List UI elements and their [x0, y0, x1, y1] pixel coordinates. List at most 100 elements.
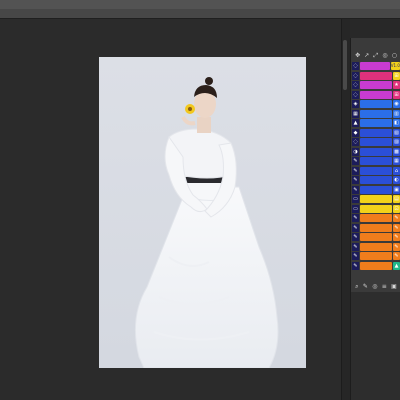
plugin-side-icon[interactable]: ⊞	[393, 71, 400, 80]
plugin-button-icon[interactable]: ✎	[352, 176, 359, 185]
plugin-side-icon[interactable]: ▦	[393, 157, 400, 166]
circle-icon[interactable]: ○	[392, 52, 397, 60]
plugin-button-row: ✎ ▲	[352, 261, 400, 270]
plugin-button-icon[interactable]: ▦	[352, 109, 359, 118]
menu-bar	[0, 0, 400, 9]
resize-icon[interactable]: ⤢	[373, 52, 378, 60]
plugin-button-icon[interactable]: ▭	[352, 204, 359, 213]
document-photo[interactable]	[99, 57, 306, 368]
plugin-button-row: ✎ ✎	[352, 252, 400, 261]
panel-title	[351, 40, 400, 48]
plugin-side-icon[interactable]: ★	[393, 81, 400, 90]
plugin-button[interactable]	[360, 100, 392, 109]
expand-icon[interactable]: ↗	[364, 52, 369, 60]
plugin-button-icon[interactable]: ◌	[352, 62, 359, 71]
plugin-button-row: ✎ ⌂	[352, 166, 400, 175]
plugin-button-icon[interactable]: ◌	[352, 71, 359, 80]
bride-photo-illustration	[99, 57, 306, 368]
plugin-side-icon[interactable]: ✎	[393, 252, 400, 261]
plugin-button[interactable]	[360, 62, 390, 71]
layers-icon[interactable]: ▣	[391, 282, 397, 291]
version-label: V1.0	[390, 62, 400, 71]
plugin-button[interactable]	[360, 185, 392, 194]
scrollbar-thumb[interactable]	[343, 40, 347, 90]
plugin-button[interactable]	[360, 147, 392, 156]
plugin-side-icon[interactable]: ▨	[393, 138, 400, 147]
empty-panel-area	[350, 292, 400, 400]
plugin-button[interactable]	[360, 261, 392, 270]
plugin-button-icon[interactable]: ▭	[352, 195, 359, 204]
plugin-button[interactable]	[360, 157, 392, 166]
plugin-button-icon[interactable]: ✎	[352, 242, 359, 251]
plugin-button-icon[interactable]: ◆	[352, 128, 359, 137]
plugin-button-icon[interactable]: ▲	[352, 119, 359, 128]
plugin-button-row: ✎ ✎	[352, 223, 400, 232]
plugin-side-icon[interactable]: ▧	[393, 128, 400, 137]
target-icon[interactable]: ◎	[382, 52, 387, 60]
plugin-button[interactable]	[360, 233, 392, 242]
plugin-button[interactable]	[360, 214, 392, 223]
menu-icon[interactable]: ≡	[382, 282, 387, 291]
brush-icon[interactable]: ✎	[363, 282, 368, 291]
panel-footer: ⌕ ✎ ◎ ≡ ▣	[353, 282, 399, 291]
plugin-button-icon[interactable]: ◑	[352, 147, 359, 156]
move-icon[interactable]: ✥	[355, 52, 360, 60]
plugin-side-icon[interactable]: ▲	[393, 261, 400, 270]
plugin-button[interactable]	[360, 71, 392, 80]
plugin-side-icon[interactable]: ✎	[393, 223, 400, 232]
plugin-side-icon[interactable]: ⊞	[393, 90, 400, 99]
plugin-side-icon[interactable]: ✎	[393, 233, 400, 242]
plugin-button[interactable]	[360, 119, 392, 128]
plugin-button[interactable]	[360, 204, 392, 213]
panel-tools-row: ✥ ↗ ⤢ ◎ ○	[353, 52, 399, 60]
plugin-button[interactable]	[360, 166, 392, 175]
plugin-side-icon[interactable]: ▩	[393, 147, 400, 156]
plugin-button-row: ◌ ⊞	[352, 90, 400, 99]
plugin-button-row: ◌ ⊞	[352, 71, 400, 80]
plugin-button-icon[interactable]: ✎	[352, 166, 359, 175]
plugin-button-row: ✎ ✎	[352, 214, 400, 223]
plugin-button-icon[interactable]: ✎	[352, 214, 359, 223]
plugin-button[interactable]	[360, 109, 392, 118]
plugin-button-icon[interactable]: ✎	[352, 185, 359, 194]
plugin-button[interactable]	[360, 223, 392, 232]
plugin-button-icon[interactable]: ✎	[352, 157, 359, 166]
plugin-button-row: ▲ ◧	[352, 119, 400, 128]
plugin-button[interactable]	[360, 195, 392, 204]
plugin-side-icon[interactable]: ▤	[393, 195, 400, 204]
plugin-button-row: ▭ ⊡	[352, 204, 400, 213]
plugin-button-row: ◌ ★	[352, 81, 400, 90]
plugin-side-icon[interactable]: ◧	[393, 119, 400, 128]
plugin-button-row: ◑ ▩	[352, 147, 400, 156]
plugin-button[interactable]	[360, 90, 392, 99]
plugin-button-icon[interactable]: ◌	[352, 81, 359, 90]
plugin-button[interactable]	[360, 252, 392, 261]
plugin-button-icon[interactable]: ◈	[352, 100, 359, 109]
search-icon[interactable]: ⌕	[355, 282, 358, 291]
plugin-button-row: ✎ ▦	[352, 157, 400, 166]
plugin-button-icon[interactable]: ✎	[352, 233, 359, 242]
plugin-button[interactable]	[360, 81, 392, 90]
plugin-button[interactable]	[360, 138, 392, 147]
plugin-side-icon[interactable]: ✎	[393, 214, 400, 223]
plugin-button-icon[interactable]: ✎	[352, 261, 359, 270]
plugin-side-icon[interactable]: ✎	[393, 242, 400, 251]
plugin-button-row: ✎ ✎	[352, 242, 400, 251]
plugin-button-row: ◆ ▧	[352, 128, 400, 137]
options-bar	[0, 9, 400, 19]
plugin-side-icon[interactable]: ⌂	[393, 166, 400, 175]
plugin-side-icon[interactable]: ▣	[393, 185, 400, 194]
plugin-button[interactable]	[360, 242, 392, 251]
plugin-side-icon[interactable]: ◐	[393, 176, 400, 185]
plugin-side-icon[interactable]: ⊡	[393, 204, 400, 213]
plugin-button-icon[interactable]: ◌	[352, 90, 359, 99]
plugin-side-icon[interactable]: ◉	[393, 100, 400, 109]
plugin-button-icon[interactable]: ✎	[352, 252, 359, 261]
plugin-button-list: ◌ V1.0 ◌ ⊞ ◌ ★ ◌ ⊞ ◈ ◉ ▦ ▥ ▲ ◧ ◆ ▧ ◌ ▨ ◑ ▩ ✎ ▦ ✎ ⌂ ✎ ◐ ✎ ▣ ▭ ▤ ▭ ⊡ ✎ ✎ ✎ ✎ ✎…	[352, 62, 400, 271]
plugin-button[interactable]	[360, 128, 392, 137]
plugin-button-icon[interactable]: ◌	[352, 138, 359, 147]
plugin-button[interactable]	[360, 176, 392, 185]
target-icon[interactable]: ◎	[372, 282, 377, 291]
plugin-button-icon[interactable]: ✎	[352, 223, 359, 232]
plugin-side-icon[interactable]: ▥	[393, 109, 400, 118]
